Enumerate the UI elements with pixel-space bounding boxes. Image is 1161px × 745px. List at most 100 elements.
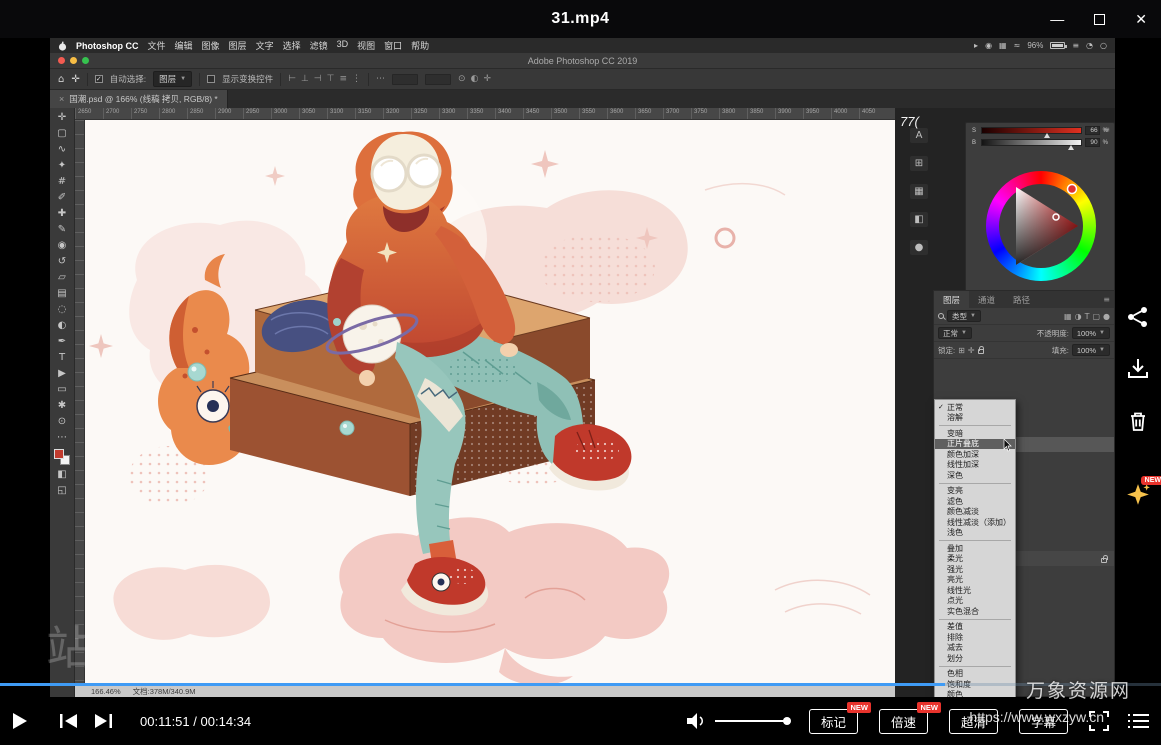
clone-stamp-tool[interactable]: ◉ — [54, 239, 71, 253]
filter-shape-icon[interactable]: ▢ — [1092, 312, 1100, 321]
fill-dropdown[interactable]: 100% ▼ — [1072, 344, 1110, 356]
menu-item[interactable]: 滤镜 — [310, 39, 328, 52]
siri-icon[interactable]: ◔ — [1086, 41, 1093, 50]
mac-minimize-icon[interactable] — [70, 57, 77, 64]
volume-knob[interactable] — [783, 717, 791, 725]
blend-mode-option[interactable]: 颜色减淡 — [935, 507, 1015, 518]
wifi-icon[interactable]: ≈ — [1014, 41, 1021, 50]
lock-position-icon[interactable]: ✛ — [968, 346, 975, 355]
document-info[interactable]: 文档:378M/340.9M — [133, 686, 196, 697]
eyedropper-tool[interactable]: ✐ — [54, 191, 71, 205]
pen-tool[interactable]: ✒ — [54, 335, 71, 349]
eraser-tool[interactable]: ▱ — [54, 271, 71, 285]
blend-mode-option[interactable]: 溶解 — [935, 413, 1015, 424]
shape-tool[interactable]: ▭ — [54, 383, 71, 397]
more-options-icon[interactable]: ⊙◐✛ — [458, 74, 491, 84]
blend-mode-option[interactable]: 划分 — [935, 653, 1015, 664]
share-button[interactable] — [1125, 304, 1151, 330]
gradient-tool[interactable]: ▤ — [54, 287, 71, 301]
lasso-tool[interactable]: ∿ — [54, 143, 71, 157]
maximize-icon[interactable] — [1094, 14, 1105, 25]
speed-button[interactable]: 倍速 NEW — [879, 709, 928, 734]
adjustments-panel-icon[interactable]: ◧ — [910, 212, 928, 227]
filter-type-icon[interactable]: T — [1085, 312, 1090, 321]
menu-item[interactable]: 图层 — [229, 39, 247, 52]
blend-mode-option[interactable]: 亮光 — [935, 575, 1015, 586]
document-tab[interactable]: × 国潮.psd @ 166% (线稿 拷贝, RGB/8) * — [50, 90, 228, 108]
blend-mode-option[interactable]: 点光 — [935, 596, 1015, 607]
slider-value[interactable]: 90 — [1085, 138, 1100, 147]
control-center-icon[interactable]: ≡ — [1072, 41, 1079, 50]
blend-mode-dropdown[interactable]: 正常 ▼ — [938, 327, 972, 339]
volume-icon[interactable] — [687, 713, 707, 729]
menu-item[interactable]: 选择 — [283, 39, 301, 52]
download-button[interactable] — [1125, 356, 1151, 382]
auto-select-dropdown[interactable]: 图层 ▼ — [153, 71, 192, 87]
filter-adjustment-icon[interactable]: ◑ — [1075, 312, 1082, 321]
library-panel-icon[interactable]: ▦ — [910, 184, 928, 199]
layers-tab[interactable]: 通道 — [969, 291, 1004, 308]
color-slider-row[interactable]: B 90 % — [966, 135, 1114, 147]
tab-close-icon[interactable]: × — [59, 94, 64, 104]
filter-smart-object-icon[interactable]: ● — [1103, 312, 1110, 321]
blend-mode-option[interactable]: 排除 — [935, 632, 1015, 643]
distribute-buttons[interactable]: ⋯ — [376, 74, 385, 84]
opacity-dropdown[interactable]: 100% ▼ — [1072, 327, 1110, 339]
menu-item[interactable]: 图像 — [202, 39, 220, 52]
blend-mode-option[interactable]: 深色 — [935, 470, 1015, 481]
color-wheel[interactable] — [986, 171, 1096, 281]
grid-status-icon[interactable]: ▦ — [999, 41, 1007, 50]
close-icon[interactable]: ✕ — [1135, 12, 1147, 26]
next-button[interactable] — [95, 714, 112, 728]
clone-source-panel-icon[interactable]: ● — [910, 240, 928, 255]
blend-mode-option[interactable]: 线性加深 — [935, 460, 1015, 471]
panel-menu-icon[interactable]: ≡ — [1103, 125, 1110, 134]
menu-item[interactable]: 窗口 — [384, 39, 402, 52]
favorite-button[interactable]: NEW — [1125, 482, 1151, 508]
blend-mode-option[interactable]: 变暗 — [935, 428, 1015, 439]
menu-item[interactable]: 编辑 — [175, 39, 193, 52]
blend-mode-option[interactable]: 色相 — [935, 669, 1015, 680]
healing-brush-tool[interactable]: ✚ — [54, 207, 71, 221]
volume-slider[interactable] — [715, 720, 787, 722]
play-button[interactable] — [12, 712, 28, 730]
menu-item[interactable]: 视图 — [357, 39, 375, 52]
blend-mode-option[interactable]: 滤色 — [935, 496, 1015, 507]
lock-all-icon[interactable] — [978, 349, 984, 354]
dodge-tool[interactable]: ◐ — [54, 319, 71, 333]
menu-item[interactable]: 帮助 — [411, 39, 429, 52]
slider-value[interactable]: 66 — [1085, 126, 1100, 135]
hand-tool[interactable]: ✱ — [54, 399, 71, 413]
menubar-app-name[interactable]: Photoshop CC — [76, 41, 139, 51]
filter-pixel-icon[interactable]: ▦ — [1064, 312, 1072, 321]
mac-zoom-icon[interactable] — [82, 57, 89, 64]
zoom-level[interactable]: 166.46% — [91, 687, 121, 696]
record-status-icon[interactable]: ◉ — [985, 41, 992, 50]
quick-selection-tool[interactable]: ✦ — [54, 159, 71, 173]
brush-tool[interactable]: ✎ — [54, 223, 71, 237]
lock-transparency-icon[interactable]: ⊞ — [958, 346, 965, 355]
spotlight-icon[interactable]: ○ — [1100, 41, 1107, 50]
character-panel-icon[interactable]: A — [910, 128, 928, 143]
filter-type-dropdown[interactable]: 类型 ▼ — [947, 310, 981, 322]
play-status-icon[interactable]: ▸ — [974, 41, 978, 50]
zoom-tool[interactable]: ⊙ — [54, 415, 71, 429]
seek-bar[interactable] — [0, 683, 1161, 686]
slider-handle[interactable] — [1044, 133, 1050, 138]
blend-mode-option[interactable]: 减去 — [935, 643, 1015, 654]
toolbar-ellipsis[interactable]: ⋯ — [54, 431, 71, 445]
history-brush-tool[interactable]: ↺ — [54, 255, 71, 269]
blend-mode-option[interactable]: 变亮 — [935, 486, 1015, 497]
home-icon[interactable]: ⌂ — [58, 74, 64, 85]
minimize-icon[interactable]: — — [1050, 12, 1064, 26]
blend-mode-option[interactable]: 差值 — [935, 622, 1015, 633]
move-tool[interactable]: ✛ — [54, 111, 71, 125]
auto-select-checkbox[interactable]: ✓ — [95, 75, 103, 83]
blend-mode-option[interactable]: 颜色加深 — [935, 449, 1015, 460]
blend-mode-option[interactable]: ✓正常 — [935, 402, 1015, 413]
blend-mode-option[interactable]: 叠加 — [935, 543, 1015, 554]
blend-mode-option[interactable]: 实色混合 — [935, 606, 1015, 617]
blend-mode-option[interactable]: 柔光 — [935, 554, 1015, 565]
blur-tool[interactable]: ◌ — [54, 303, 71, 317]
color-slider-row[interactable]: S 66 % — [966, 123, 1114, 135]
